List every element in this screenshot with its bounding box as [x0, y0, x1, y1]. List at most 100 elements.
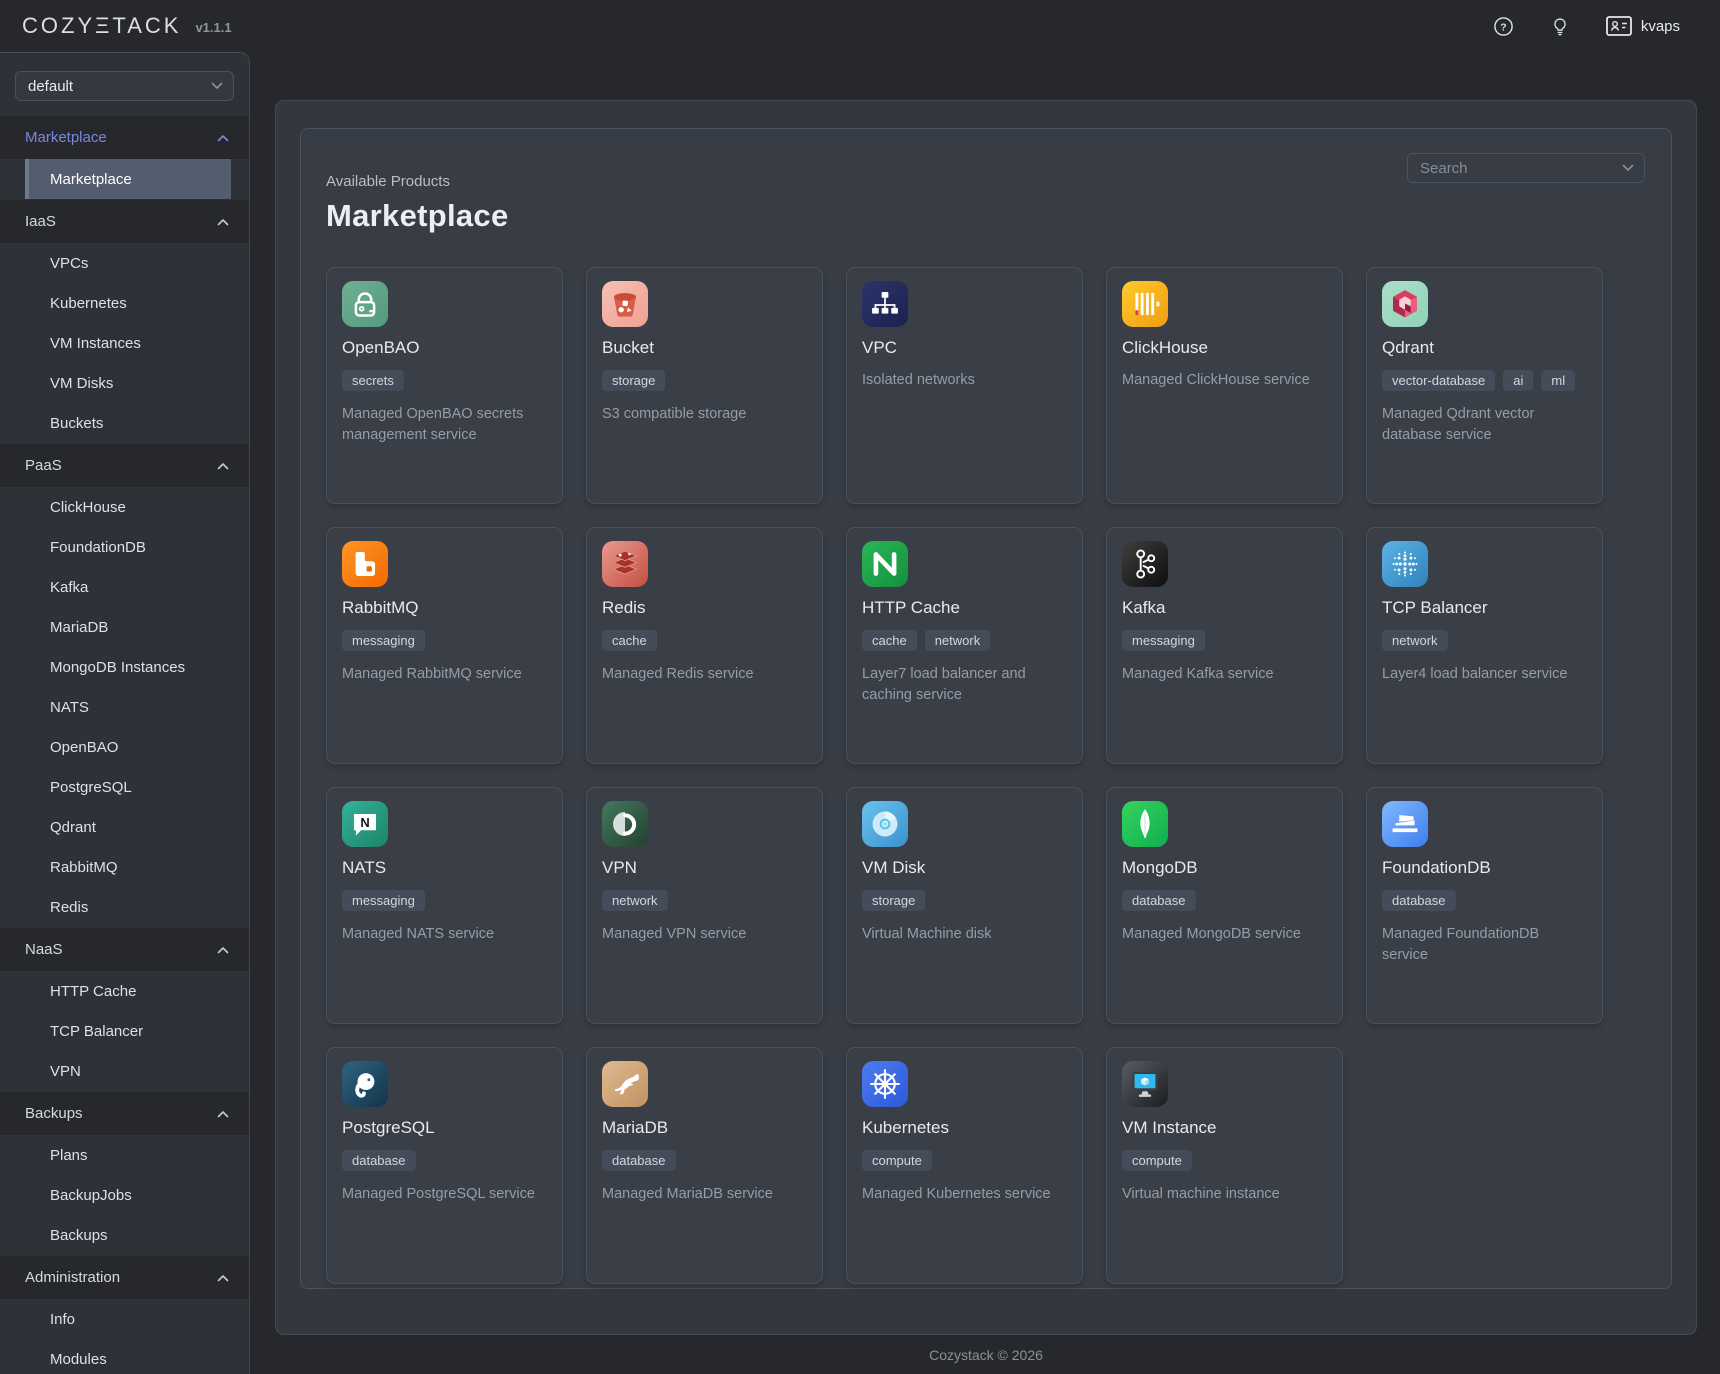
sidebar-item-vm-instances[interactable]: VM Instances	[0, 323, 249, 363]
sidebar-item-tcp-balancer[interactable]: TCP Balancer	[0, 1011, 249, 1051]
sidebar-item-clickhouse[interactable]: ClickHouse	[0, 487, 249, 527]
sidebar-item-plans[interactable]: Plans	[0, 1135, 249, 1175]
product-card-openbao[interactable]: OpenBAO secrets Managed OpenBAO secrets …	[326, 267, 563, 504]
sidebar-item-label: Plans	[50, 1147, 88, 1164]
product-description: Managed RabbitMQ service	[342, 664, 547, 685]
product-name: TCP Balancer	[1382, 598, 1587, 618]
sidebar-item-label: MariaDB	[50, 619, 108, 636]
sidebar-item-vpcs[interactable]: VPCs	[0, 243, 249, 283]
product-card-clickhouse[interactable]: ClickHouse Managed ClickHouse service	[1106, 267, 1343, 504]
product-tags: vector-databaseaiml	[1382, 370, 1587, 391]
sidebar-section-header[interactable]: Backups	[0, 1091, 249, 1135]
product-description: Managed FoundationDB service	[1382, 924, 1587, 966]
product-tag-cache: cache	[862, 630, 917, 651]
sidebar-item-nats[interactable]: NATS	[0, 687, 249, 727]
sidebar-section-header[interactable]: PaaS	[0, 443, 249, 487]
sidebar-item-openbao[interactable]: OpenBAO	[0, 727, 249, 767]
help-icon[interactable]: ?	[1493, 16, 1514, 37]
product-card-vm-disk[interactable]: VM Disk storage Virtual Machine disk	[846, 787, 1083, 1024]
marketplace-panel: Available Products Marketplace OpenBAO s…	[300, 128, 1672, 1289]
product-name: ClickHouse	[1122, 338, 1327, 358]
user-menu[interactable]: kvaps	[1606, 16, 1680, 36]
sidebar-item-vm-disks[interactable]: VM Disks	[0, 363, 249, 403]
sidebar-item-mongodb-instances[interactable]: MongoDB Instances	[0, 647, 249, 687]
product-name: VPN	[602, 858, 807, 878]
sidebar-item-backupjobs[interactable]: BackupJobs	[0, 1175, 249, 1215]
product-description: Managed Kubernetes service	[862, 1184, 1067, 1205]
sidebar-item-http-cache[interactable]: HTTP Cache	[0, 971, 249, 1011]
product-description: Virtual Machine disk	[862, 924, 1067, 945]
topbar: COZYΞTACK v1.1.1 ? kvaps	[0, 0, 1720, 52]
sidebar-item-modules[interactable]: Modules	[0, 1339, 249, 1374]
sidebar-item-mariadb[interactable]: MariaDB	[0, 607, 249, 647]
svg-text:N: N	[360, 815, 369, 830]
sidebar-item-kafka[interactable]: Kafka	[0, 567, 249, 607]
product-card-http-cache[interactable]: HTTP Cache cachenetwork Layer7 load bala…	[846, 527, 1083, 764]
sidebar-section-header[interactable]: Marketplace	[0, 115, 249, 159]
sidebar-item-foundationdb[interactable]: FoundationDB	[0, 527, 249, 567]
sidebar-item-vpn[interactable]: VPN	[0, 1051, 249, 1091]
product-card-kafka[interactable]: Kafka messaging Managed Kafka service	[1106, 527, 1343, 764]
product-name: VM Disk	[862, 858, 1067, 878]
product-card-foundationdb[interactable]: FoundationDB database Managed Foundation…	[1366, 787, 1603, 1024]
product-card-nats[interactable]: N NATS messaging Managed NATS service	[326, 787, 563, 1024]
sidebar-item-label: BackupJobs	[50, 1187, 132, 1204]
chevron-up-icon	[217, 218, 229, 226]
sidebar-section-header[interactable]: NaaS	[0, 927, 249, 971]
product-tags: storage	[862, 890, 1067, 911]
sidebar-section-label: PaaS	[25, 457, 217, 474]
sidebar-item-label: VPN	[50, 1063, 81, 1080]
bucket-icon	[602, 281, 648, 327]
product-card-redis[interactable]: Redis cache Managed Redis service	[586, 527, 823, 764]
product-card-qdrant[interactable]: Qdrant vector-databaseaiml Managed Qdran…	[1366, 267, 1603, 504]
sidebar-item-rabbitmq[interactable]: RabbitMQ	[0, 847, 249, 887]
product-tags: database	[602, 1150, 807, 1171]
tcp-balancer-icon	[1382, 541, 1428, 587]
search-select[interactable]	[1407, 153, 1645, 183]
product-tag-database: database	[602, 1150, 676, 1171]
sidebar-section-header[interactable]: IaaS	[0, 199, 249, 243]
sidebar-section-paas: PaaS ClickHouse FoundationDB Kafka Maria…	[0, 443, 249, 927]
sidebar-section-items: Info Modules	[0, 1299, 249, 1374]
sidebar-item-marketplace[interactable]: Marketplace	[25, 159, 231, 199]
user-badge-icon	[1606, 16, 1632, 36]
lightbulb-icon[interactable]	[1550, 16, 1570, 37]
sidebar-item-redis[interactable]: Redis	[0, 887, 249, 927]
product-card-kubernetes[interactable]: Kubernetes compute Managed Kubernetes se…	[846, 1047, 1083, 1284]
vpn-icon	[602, 801, 648, 847]
sidebar-nav: Marketplace Marketplace IaaS VPCs Kubern…	[0, 115, 249, 1374]
http-cache-icon	[862, 541, 908, 587]
product-name: OpenBAO	[342, 338, 547, 358]
product-tag-database: database	[1382, 890, 1456, 911]
product-card-vm-instance[interactable]: VM Instance compute Virtual machine inst…	[1106, 1047, 1343, 1284]
product-card-tcp-balancer[interactable]: TCP Balancer network Layer4 load balance…	[1366, 527, 1603, 764]
product-card-mariadb[interactable]: MariaDB database Managed MariaDB service	[586, 1047, 823, 1284]
product-card-mongodb[interactable]: MongoDB database Managed MongoDB service	[1106, 787, 1343, 1024]
sidebar-item-kubernetes[interactable]: Kubernetes	[0, 283, 249, 323]
product-card-rabbitmq[interactable]: RabbitMQ messaging Managed RabbitMQ serv…	[326, 527, 563, 764]
sidebar-item-buckets[interactable]: Buckets	[0, 403, 249, 443]
product-tags: database	[342, 1150, 547, 1171]
vpc-icon	[862, 281, 908, 327]
product-card-bucket[interactable]: Bucket storage S3 compatible storage	[586, 267, 823, 504]
sidebar-section-header[interactable]: Administration	[0, 1255, 249, 1299]
mongodb-icon	[1122, 801, 1168, 847]
product-card-vpc[interactable]: VPC Isolated networks	[846, 267, 1083, 504]
product-tag-ml: ml	[1541, 370, 1575, 391]
product-tag-network: network	[1382, 630, 1448, 651]
product-tag-vector-database: vector-database	[1382, 370, 1495, 391]
sidebar-item-info[interactable]: Info	[0, 1299, 249, 1339]
namespace-select[interactable]: default	[15, 71, 234, 101]
vm-disk-icon	[862, 801, 908, 847]
sidebar-item-label: Info	[50, 1311, 75, 1328]
product-name: HTTP Cache	[862, 598, 1067, 618]
redis-icon	[602, 541, 648, 587]
product-card-vpn[interactable]: VPN network Managed VPN service	[586, 787, 823, 1024]
product-card-postgresql[interactable]: PostgreSQL database Managed PostgreSQL s…	[326, 1047, 563, 1284]
sidebar-item-qdrant[interactable]: Qdrant	[0, 807, 249, 847]
sidebar-item-postgresql[interactable]: PostgreSQL	[0, 767, 249, 807]
sidebar-item-label: RabbitMQ	[50, 859, 118, 876]
sidebar-item-label: Marketplace	[50, 171, 132, 188]
sidebar-item-backups[interactable]: Backups	[0, 1215, 249, 1255]
search-input[interactable]	[1410, 160, 1622, 177]
